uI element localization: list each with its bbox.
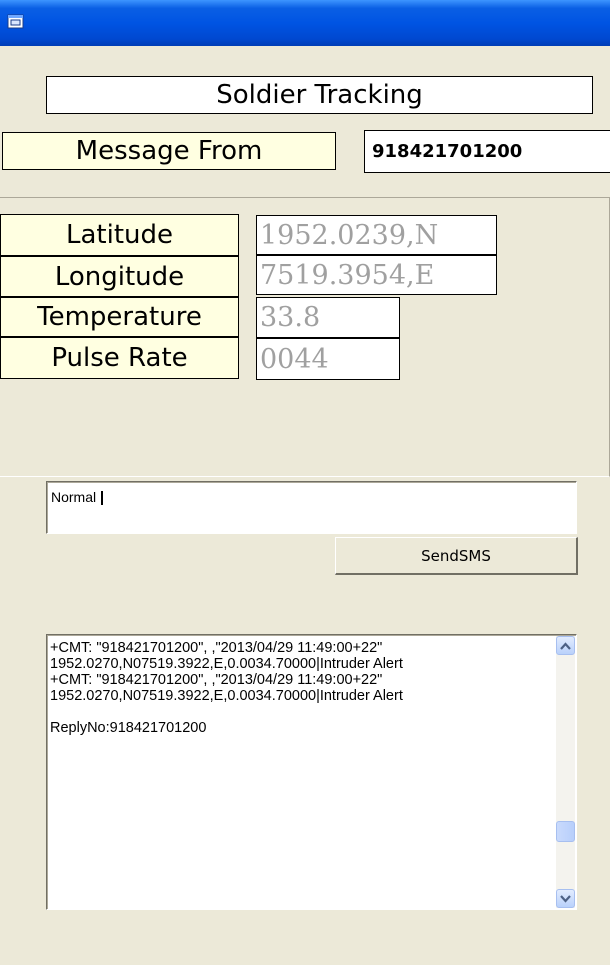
text-cursor [101,491,103,505]
longitude-field[interactable]: 7519.3954,E [256,255,497,295]
pulse-rate-label: Pulse Rate [0,337,239,379]
app-window-icon [7,14,24,29]
temperature-field[interactable]: 33.8 [256,297,400,338]
message-from-value: 918421701200 [372,141,523,162]
title-bar[interactable] [0,0,610,46]
sms-message-input[interactable]: Normal [46,481,577,534]
pulse-rate-label-text: Pulse Rate [51,343,188,373]
temperature-label-text: Temperature [37,302,202,332]
latitude-value: 1952.0239,N [260,219,439,251]
log-text: +CMT: "918421701200", ,"2013/04/29 11:49… [50,640,403,736]
pulse-rate-field[interactable]: 0044 [256,338,400,380]
temperature-value: 33.8 [260,302,321,333]
latitude-field[interactable]: 1952.0239,N [256,215,497,255]
longitude-label: Longitude [0,256,239,297]
sms-message-text: Normal [51,489,97,505]
chevron-up-icon [560,641,571,650]
longitude-label-text: Longitude [54,261,185,292]
latitude-label: Latitude [0,214,239,256]
message-from-label: Message From [2,132,336,170]
longitude-value: 7519.3954,E [260,259,435,291]
send-sms-label: SendSMS [421,546,491,565]
readings-group: Latitude 1952.0239,N Longitude 7519.3954… [0,197,610,477]
scroll-thumb[interactable] [556,821,575,842]
latitude-label-text: Latitude [65,220,173,250]
log-scrollbar[interactable] [556,636,575,908]
page-title: Soldier Tracking [46,76,593,114]
page-title-text: Soldier Tracking [216,80,423,110]
main-form: Soldier Tracking Message From 9184217012… [0,46,610,965]
received-messages-log[interactable]: +CMT: "918421701200", ,"2013/04/29 11:49… [46,634,577,910]
scroll-up-button[interactable] [556,636,575,655]
message-from-field[interactable]: 918421701200 [364,130,610,173]
chevron-down-icon [560,894,571,903]
send-sms-button[interactable]: SendSMS [335,537,578,575]
message-from-label-text: Message From [75,136,263,166]
pulse-rate-value: 0044 [260,343,329,375]
temperature-label: Temperature [0,297,239,337]
scroll-down-button[interactable] [556,889,575,908]
